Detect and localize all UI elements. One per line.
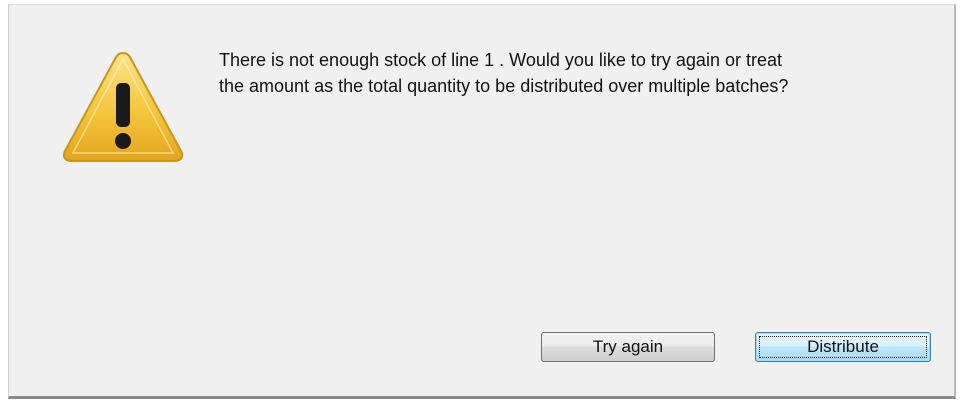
- try-again-button-label: Try again: [592, 337, 664, 356]
- distribute-button-label: Distribute: [807, 337, 879, 356]
- dialog-message: There is not enough stock of line 1 . Wo…: [219, 50, 789, 96]
- alert-dialog: There is not enough stock of line 1 . Wo…: [8, 4, 956, 399]
- warning-triangle-icon: [62, 51, 184, 162]
- try-again-button[interactable]: Try again: [541, 332, 715, 362]
- distribute-button[interactable]: Distribute: [755, 332, 931, 362]
